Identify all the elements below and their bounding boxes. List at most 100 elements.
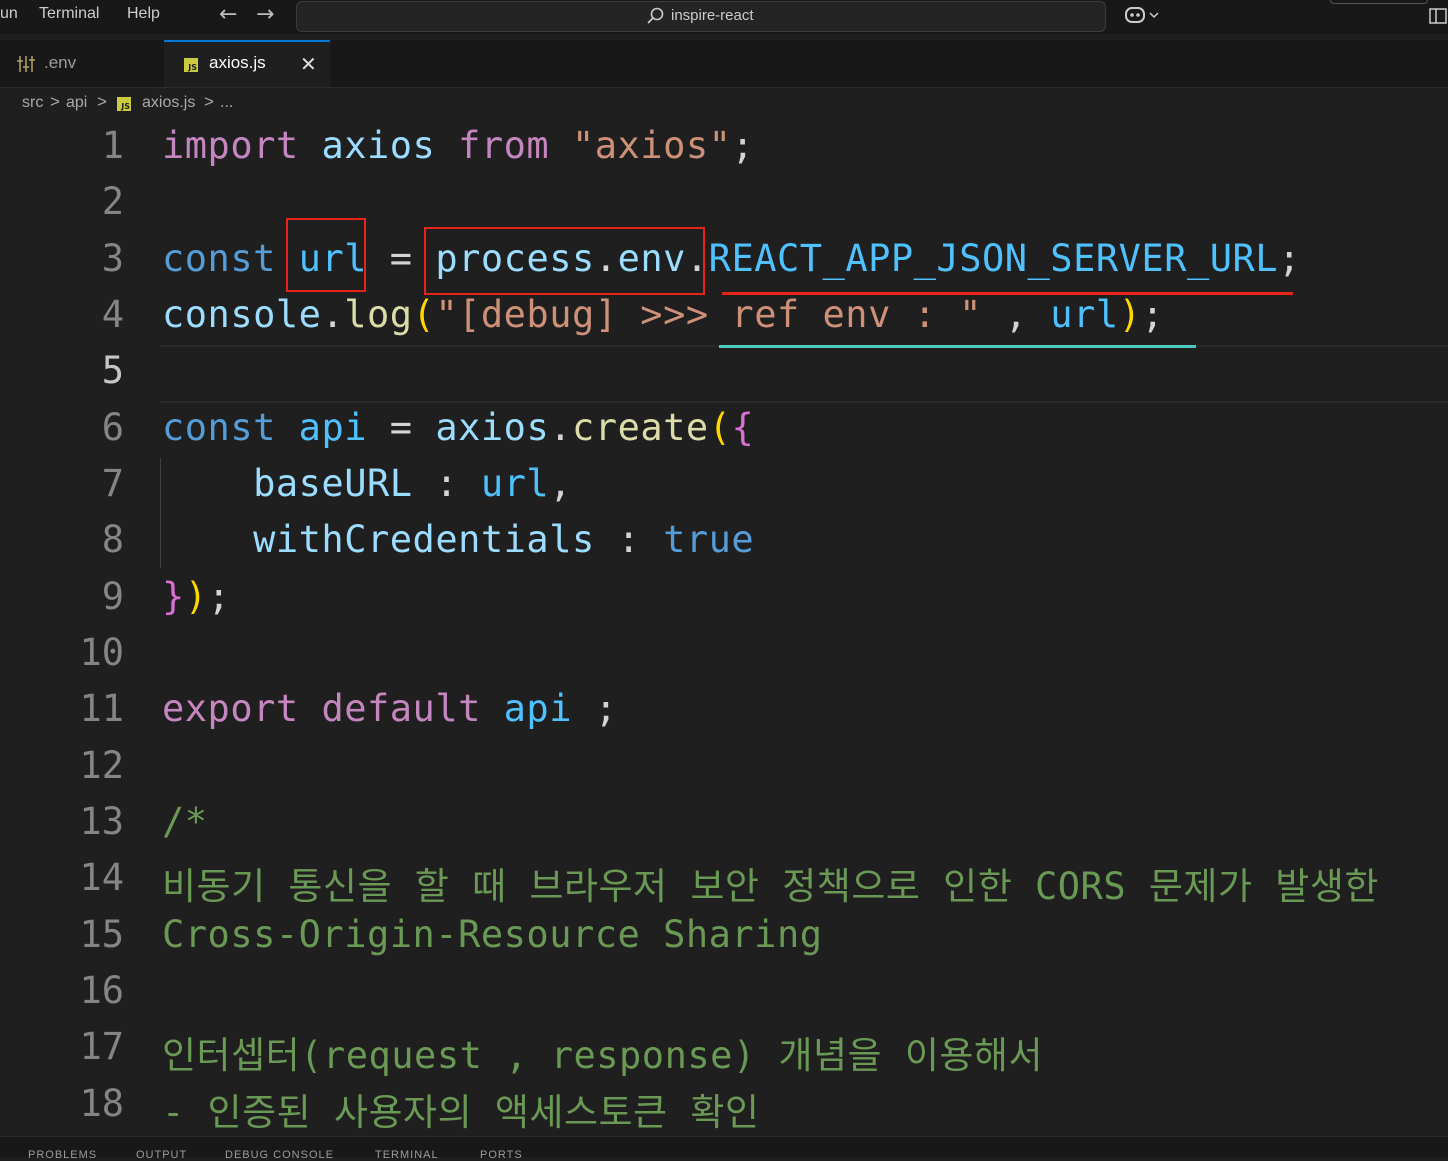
token-punctuation: : bbox=[412, 462, 481, 505]
token-function: create bbox=[572, 406, 709, 449]
window-control-outline bbox=[1330, 0, 1428, 4]
breadcrumb-item-src[interactable]: src bbox=[22, 94, 43, 112]
line-number: 14 bbox=[79, 856, 124, 899]
menu-terminal[interactable]: Terminal bbox=[39, 5, 99, 23]
menu-help[interactable]: Help bbox=[127, 5, 160, 23]
indent-guide bbox=[160, 458, 161, 568]
line-number: 15 bbox=[79, 913, 124, 956]
token-bracket: } bbox=[162, 575, 185, 618]
code-line-9: }); bbox=[162, 575, 230, 618]
workspace-name: inspire-react bbox=[671, 7, 754, 24]
line-number: 9 bbox=[101, 575, 124, 618]
js-file-icon: JS bbox=[184, 58, 198, 72]
code-line-15: Cross-Origin-Resource Sharing bbox=[162, 913, 823, 956]
token-string: "axios" bbox=[572, 124, 732, 167]
menu-run[interactable]: un bbox=[0, 5, 18, 23]
command-center[interactable]: inspire-react bbox=[296, 1, 1106, 32]
token-identifier: url bbox=[1050, 293, 1119, 336]
annotation-box-url bbox=[286, 218, 366, 292]
token-punctuation: ; bbox=[1278, 237, 1301, 280]
close-icon[interactable]: ✕ bbox=[300, 52, 317, 77]
token-bracket: ( bbox=[708, 406, 732, 449]
token-keyword: const bbox=[162, 237, 276, 280]
token-bracket: { bbox=[731, 406, 755, 449]
token-punctuation: ; bbox=[1141, 293, 1165, 336]
back-arrow-icon[interactable]: ← bbox=[219, 2, 237, 27]
token-identifier: api bbox=[298, 406, 367, 449]
token-punctuation: ; bbox=[207, 575, 231, 618]
panel-tab-terminal[interactable]: TERMINAL bbox=[375, 1149, 439, 1161]
panel-tab-output[interactable]: OUTPUT bbox=[136, 1149, 187, 1161]
token-punctuation: . bbox=[321, 293, 345, 336]
line-number: 16 bbox=[79, 969, 124, 1012]
line-number: 17 bbox=[79, 1025, 124, 1068]
annotation-underline-log-args bbox=[719, 345, 1196, 348]
line-number: 11 bbox=[79, 687, 124, 730]
annotation-box-process-env bbox=[424, 227, 705, 295]
panel-tab-ports[interactable]: PORTS bbox=[480, 1149, 523, 1161]
panel-tab-strip: PROBLEMS OUTPUT DEBUG CONSOLE TERMINAL P… bbox=[0, 1136, 1448, 1161]
code-line-18: - 인증된 사용자의 액세스토큰 확인 bbox=[162, 1091, 760, 1134]
breadcrumb-item-symbols[interactable]: ... bbox=[220, 94, 233, 112]
token-punctuation: ; bbox=[594, 687, 618, 730]
token-punctuation: , bbox=[981, 293, 1051, 336]
annotation-underline-env-variable bbox=[722, 292, 1293, 295]
line-number: 10 bbox=[79, 631, 124, 674]
layout-icon[interactable] bbox=[1428, 6, 1448, 26]
token-bracket: ) bbox=[1118, 293, 1142, 336]
token-keyword: from bbox=[458, 124, 550, 167]
token-function: log bbox=[344, 293, 413, 336]
line-number: 3 bbox=[101, 237, 124, 280]
code-line-6: const api = axios.create({ bbox=[162, 406, 754, 449]
line-number: 8 bbox=[101, 518, 124, 561]
search-icon bbox=[647, 7, 664, 24]
line-number: 13 bbox=[79, 800, 124, 843]
token-identifier: api bbox=[503, 687, 572, 730]
code-line-17: 인터셉터(request , response) 개념을 이용해서 bbox=[162, 1034, 1044, 1077]
line-number: 7 bbox=[101, 462, 124, 505]
token-property: baseURL bbox=[253, 462, 413, 505]
code-line-14: 비동기 통신을 할 때 브라우저 보안 정책으로 인한 CORS 문제가 발생한 bbox=[162, 865, 1379, 908]
breadcrumb-item-file[interactable]: axios.js bbox=[142, 94, 195, 112]
line-number: 6 bbox=[101, 406, 124, 449]
token-env-variable: REACT_APP_JSON_SERVER_URL bbox=[708, 237, 1279, 280]
token-operator: = bbox=[389, 406, 413, 449]
panel-tab-debug-console[interactable]: DEBUG CONSOLE bbox=[225, 1149, 334, 1161]
line-number: 2 bbox=[101, 180, 124, 223]
token-identifier: console bbox=[162, 293, 322, 336]
code-line-13: /* bbox=[162, 800, 208, 843]
current-line-highlight bbox=[160, 345, 1448, 403]
line-number: 12 bbox=[79, 744, 124, 787]
breadcrumb-separator: > bbox=[50, 92, 60, 111]
token-bracket: ) bbox=[184, 575, 208, 618]
token-keyword: const bbox=[162, 406, 276, 449]
token-operator: = bbox=[389, 237, 413, 280]
tab-label: axios.js bbox=[209, 53, 266, 72]
forward-arrow-icon[interactable]: → bbox=[256, 2, 274, 27]
token-bracket: ( bbox=[412, 293, 436, 336]
token-keyword: default bbox=[321, 687, 481, 730]
token-punctuation: : bbox=[594, 518, 664, 561]
code-line-4: console.log("[debug] >>> ref env : " , u… bbox=[162, 293, 1164, 336]
line-number-active: 5 bbox=[101, 349, 124, 392]
line-number: 4 bbox=[101, 293, 124, 336]
title-bar: un Terminal Help ← → inspire-react bbox=[0, 0, 1448, 34]
settings-file-icon bbox=[17, 56, 35, 72]
code-editor[interactable]: 1 2 3 4 5 6 7 8 9 10 11 12 13 14 15 16 1… bbox=[0, 118, 1448, 1136]
token-identifier: url bbox=[480, 462, 550, 505]
copilot-icon[interactable] bbox=[1124, 4, 1164, 26]
line-number: 1 bbox=[101, 124, 124, 167]
breadcrumb-item-api[interactable]: api bbox=[66, 94, 87, 112]
token-punctuation: , bbox=[549, 462, 572, 505]
token-identifier: axios bbox=[321, 124, 436, 167]
token-boolean: true bbox=[663, 518, 755, 561]
token-property: withCredentials bbox=[253, 518, 595, 561]
code-line-8: withCredentials : true bbox=[162, 518, 754, 561]
code-line-1: import axios from "axios"; bbox=[162, 124, 754, 167]
panel-tab-problems[interactable]: PROBLEMS bbox=[28, 1149, 97, 1161]
token-keyword: import bbox=[162, 124, 299, 167]
token-punctuation: ; bbox=[731, 124, 755, 167]
tab-axios-js[interactable]: JS axios.js ✕ bbox=[164, 40, 330, 87]
tab-env[interactable]: .env bbox=[0, 40, 164, 87]
breadcrumb-separator: > bbox=[97, 92, 107, 111]
